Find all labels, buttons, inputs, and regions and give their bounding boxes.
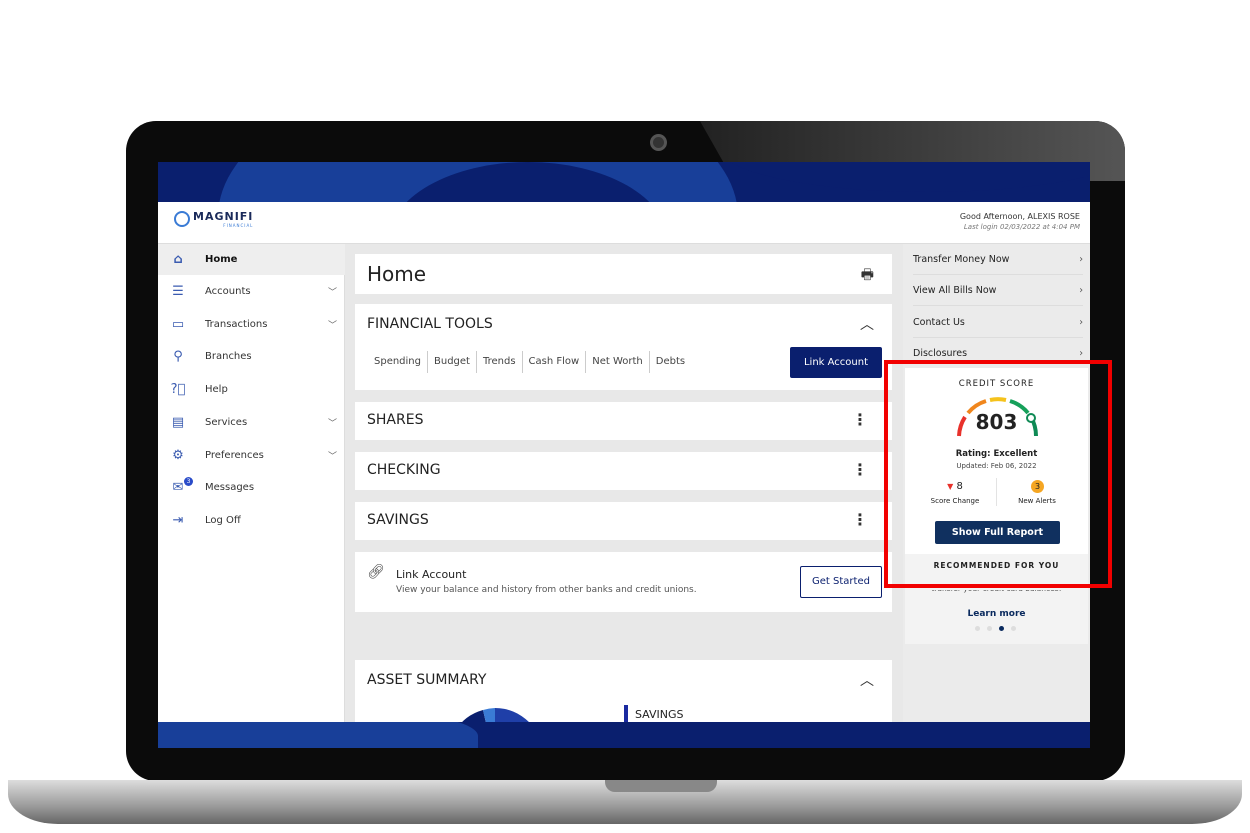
location-pin-icon: ⚲: [173, 349, 183, 364]
page-title-card: Home 🖶: [355, 254, 892, 294]
view-bills-link[interactable]: View All Bills Now ›: [913, 275, 1083, 306]
tab-budget[interactable]: Budget: [428, 351, 477, 373]
carousel-dot[interactable]: [975, 626, 980, 631]
chevron-right-icon: ›: [1079, 254, 1083, 265]
sidebar-item-messages[interactable]: ✉ 3 Messages: [158, 472, 345, 503]
sidebar-item-label: Preferences: [205, 450, 264, 461]
logout-icon: ⇥: [172, 513, 184, 528]
link-label: Contact Us: [913, 317, 965, 328]
page-title: Home: [367, 262, 427, 286]
link-account-button[interactable]: Link Account: [790, 347, 882, 378]
chevron-up-icon[interactable]: ︿: [860, 670, 874, 690]
carousel-dots: [975, 626, 1016, 631]
get-started-button[interactable]: Get Started: [800, 566, 882, 598]
link-label: Transfer Money Now: [913, 254, 1010, 265]
link-account-card: 🔗︎ Link Account View your balance and hi…: [355, 552, 892, 612]
more-options-icon[interactable]: ⋮: [852, 460, 868, 479]
legend-label: SAVINGS: [635, 708, 684, 721]
chevron-right-icon: ›: [1079, 317, 1083, 328]
more-options-icon[interactable]: ⋮: [852, 510, 868, 529]
checking-section[interactable]: CHECKING ⋮: [355, 452, 892, 490]
chevron-down-icon: ﹀: [327, 321, 337, 331]
logo-icon: [174, 211, 190, 227]
section-title: SHARES: [367, 412, 424, 428]
carousel-dot[interactable]: [987, 626, 992, 631]
sidebar-item-label: Transactions: [205, 319, 268, 330]
sidebar-item-label: Log Off: [205, 515, 241, 526]
more-options-icon[interactable]: ⋮: [852, 410, 868, 429]
message-count-badge: 3: [184, 477, 193, 486]
carousel-dot[interactable]: [1011, 626, 1016, 631]
credit-card-icon: ▭: [171, 317, 185, 332]
sidebar-item-accounts[interactable]: ☰ Accounts ﹀: [158, 276, 345, 307]
top-banner: [158, 162, 1090, 202]
greeting-text: Good Afternoon, ALEXIS ROSE: [959, 212, 1080, 221]
sidebar-item-help[interactable]: ?⃝ Help: [158, 374, 345, 405]
sidebar-item-branches[interactable]: ⚲ Branches: [158, 341, 345, 372]
chevron-down-icon: ﹀: [327, 288, 337, 298]
carousel-dot-active[interactable]: [999, 626, 1004, 631]
section-title: CHECKING: [367, 462, 441, 478]
list-icon: ☰: [172, 284, 184, 299]
sidebar-item-transactions[interactable]: ▭ Transactions ﹀: [158, 309, 345, 340]
tab-cash-flow[interactable]: Cash Flow: [523, 351, 587, 373]
link-icon: 🔗︎: [367, 564, 385, 580]
chevron-up-icon[interactable]: ︿: [860, 314, 874, 334]
link-label: Disclosures: [913, 348, 968, 359]
tab-debts[interactable]: Debts: [650, 351, 691, 373]
user-greeting: Good Afternoon, ALEXIS ROSE Last login 0…: [960, 212, 1080, 231]
link-account-description: View your balance and history from other…: [396, 585, 697, 595]
financial-tools-card: FINANCIAL TOOLS ︿ Spending Budget Trends…: [355, 304, 892, 390]
print-icon[interactable]: 🖶: [861, 264, 874, 288]
sidebar-item-label: Branches: [205, 351, 252, 362]
sidebar: ⌂ Home ☰ Accounts ﹀ ▭ Transactions ﹀ ⚲ Branche…: [158, 244, 345, 748]
laptop-notch: [605, 780, 717, 792]
bottom-banner: [158, 722, 1090, 748]
home-icon: ⌂: [173, 252, 183, 267]
header: MAGNIFI FINANCIAL Good Afternoon, ALEXIS …: [158, 202, 1090, 244]
sidebar-item-log-off[interactable]: ⇥ Log Off: [158, 505, 345, 536]
section-title: ASSET SUMMARY: [367, 672, 487, 688]
tab-spending[interactable]: Spending: [368, 351, 428, 373]
tab-trends[interactable]: Trends: [477, 351, 523, 373]
gear-icon: ⚙: [172, 448, 184, 463]
logo[interactable]: MAGNIFI FINANCIAL: [174, 210, 253, 228]
sidebar-item-label: Home: [205, 254, 238, 265]
contact-us-link[interactable]: Contact Us ›: [913, 307, 1083, 338]
financial-tools-tabs: Spending Budget Trends Cash Flow Net Wor…: [368, 351, 691, 373]
sidebar-item-label: Messages: [205, 482, 255, 493]
chevron-down-icon: ﹀: [327, 452, 337, 462]
camera-icon: [650, 134, 667, 151]
section-title: FINANCIAL TOOLS: [367, 316, 493, 332]
shares-section[interactable]: SHARES ⋮: [355, 402, 892, 440]
sidebar-item-home[interactable]: ⌂ Home: [158, 244, 345, 275]
highlight-box: [884, 360, 1112, 588]
chevron-right-icon: ›: [1079, 285, 1083, 296]
learn-more-link[interactable]: Learn more: [905, 609, 1088, 619]
sidebar-item-label: Accounts: [205, 286, 251, 297]
tab-net-worth[interactable]: Net Worth: [586, 351, 650, 373]
sidebar-item-preferences[interactable]: ⚙ Preferences ﹀: [158, 440, 345, 471]
sidebar-item-services[interactable]: ▤ Services ﹀: [158, 407, 345, 438]
transfer-money-link[interactable]: Transfer Money Now ›: [913, 244, 1083, 275]
savings-section[interactable]: SAVINGS ⋮: [355, 502, 892, 540]
sidebar-item-label: Services: [205, 417, 248, 428]
calculator-icon: ▤: [171, 415, 185, 430]
link-account-title: Link Account: [396, 568, 467, 581]
help-icon: ?⃝: [170, 382, 186, 397]
last-login: Last login 02/03/2022 at 4:04 PM: [963, 223, 1080, 231]
chevron-down-icon: ﹀: [327, 419, 337, 429]
link-label: View All Bills Now: [913, 285, 997, 296]
section-title: SAVINGS: [367, 512, 429, 528]
sidebar-item-label: Help: [205, 384, 228, 395]
